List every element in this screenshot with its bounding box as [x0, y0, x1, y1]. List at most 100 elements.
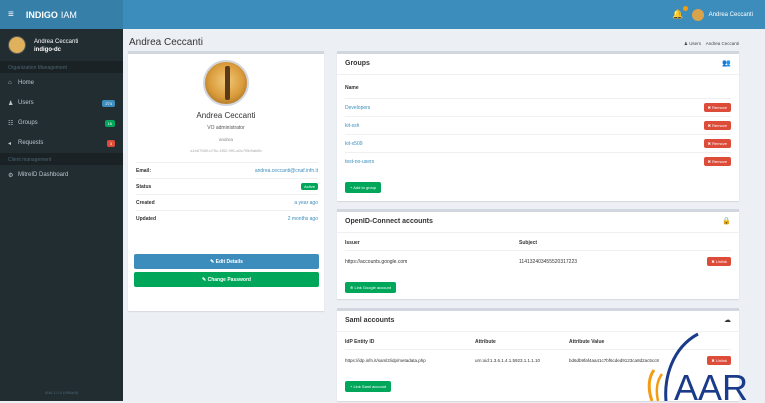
sidebar: Andrea Ceccanti indigo-dc Organization M…	[0, 29, 123, 401]
row-key: Updated	[136, 215, 156, 222]
sidebar-item-label: Requests	[18, 140, 44, 146]
profile-username: andrea	[218, 137, 233, 142]
remove-group-button[interactable]: ✖ Remove	[703, 103, 731, 112]
user-icon: ♟	[683, 41, 688, 46]
remove-group-button[interactable]: ✖ Remove	[703, 157, 731, 166]
row-key: Email:	[136, 167, 152, 174]
edit-details-button[interactable]: ✎ Edit Details	[134, 254, 319, 269]
row-key: Created	[136, 199, 155, 206]
brand-bold: INDIGO	[25, 9, 58, 20]
group-row: test-no-users ✖ Remove	[345, 152, 731, 170]
status-badge: Active	[301, 183, 318, 190]
groups-title: Groups	[345, 60, 370, 67]
page-title: Andrea Ceccanti	[129, 37, 203, 48]
notifications-icon[interactable]: 🔔	[672, 6, 688, 20]
saml-col-entity: IdP Entity ID	[345, 339, 375, 345]
saml-title: Saml accounts	[345, 317, 395, 324]
group-link[interactable]: kit-ssh	[345, 123, 359, 129]
group-row: kit-ssh ✖ Remove	[345, 116, 731, 134]
profile-row-email: Email: andrea.ceccanti@cnaf.infn.it	[136, 162, 318, 178]
sidebar-header-client: Client management	[0, 153, 123, 165]
sidebar-item-requests[interactable]: ◂ Requests 3	[0, 133, 123, 153]
saml-entity-id: https://idp.infn.it/saml2/idp/metadata.p…	[345, 358, 426, 363]
groups-col-name: Name	[345, 85, 359, 91]
sidebar-item-home[interactable]: ⌂ Home	[0, 73, 123, 93]
top-navbar: ≡ INDIGO IAM 🔔 Andrea Ceccanti	[0, 0, 765, 29]
groups-icon: ☷	[8, 120, 14, 127]
group-row: Developers ✖ Remove	[345, 98, 731, 116]
requests-icon: ◂	[8, 140, 12, 147]
saml-col-value: Attribute Value	[569, 339, 605, 345]
change-password-button[interactable]: ✎ Change Password	[134, 272, 319, 287]
oidc-col-subject: Subject	[519, 240, 538, 246]
users-group-icon: 👥	[722, 60, 731, 67]
group-row: kit-x509 ✖ Remove	[345, 134, 731, 152]
brand-light: IAM	[60, 9, 77, 20]
cloud-icon: ☁	[724, 317, 731, 324]
divider	[337, 74, 739, 75]
user-icon: ♟	[8, 100, 14, 107]
sidebar-item-users[interactable]: ♟ Users 274	[0, 93, 123, 113]
notification-dot	[682, 6, 688, 11]
avatar	[691, 8, 704, 21]
brand[interactable]: ≡ INDIGO IAM	[0, 0, 123, 29]
unlink-oidc-button[interactable]: ✖ Unlink	[707, 257, 731, 266]
breadcrumb: ♟ Users Andrea Ceccanti	[684, 41, 739, 47]
aarc-logo-text: AAR	[674, 367, 748, 401]
bell-icon: 🔔	[672, 9, 684, 19]
sidebar-item-label: MitreID Dashboard	[18, 172, 69, 178]
add-to-group-button[interactable]: + Add to group	[345, 182, 382, 193]
requests-count-badge: 3	[106, 139, 115, 147]
oidc-issuer: https://accounts.google.com	[345, 259, 408, 265]
home-icon: ⌂	[8, 80, 12, 86]
divider	[345, 250, 731, 251]
breadcrumb-current: Andrea Ceccanti	[705, 41, 739, 46]
email-link[interactable]: andrea.ceccanti@cnaf.infn.it	[255, 168, 318, 174]
oidc-accounts-box: OpenID-Connect accounts 🔒 Issuer Subject…	[337, 209, 739, 299]
groups-count-badge: 16	[104, 119, 115, 127]
aarc-logo-graphic: AAR	[647, 332, 748, 403]
sidebar-header-organization: Organization Management	[0, 61, 123, 73]
sidebar-user-panel: Andrea Ceccanti indigo-dc	[0, 29, 123, 61]
groups-box: Groups 👥 Name Developers ✖ Remove kit-ss…	[337, 51, 739, 201]
saml-col-attribute: Attribute	[475, 339, 496, 345]
profile-name: Andrea Ceccanti	[196, 111, 256, 120]
oidc-title: OpenID-Connect accounts	[345, 218, 433, 225]
row-key: Status	[136, 183, 152, 190]
profile-box: Andrea Ceccanti VO administrator andrea …	[128, 51, 324, 311]
remove-group-button[interactable]: ✖ Remove	[703, 121, 731, 130]
user-menu-name: Andrea Ceccanti	[708, 11, 753, 18]
sidebar-avatar	[8, 36, 26, 54]
guitar-neck	[225, 66, 230, 100]
profile-role: VO administrator	[207, 125, 245, 131]
sidebar-item-label: Groups	[18, 120, 38, 126]
oidc-col-issuer: Issuer	[345, 240, 360, 246]
sidebar-footer-version: IAM 1.0.0 (f9f0a9f)	[44, 390, 79, 395]
user-menu[interactable]: Andrea Ceccanti	[691, 8, 753, 21]
profile-row-created: Created a year ago	[136, 194, 318, 210]
sidebar-item-mitreid-dashboard[interactable]: ⚙ MitreID Dashboard	[0, 165, 123, 185]
sidebar-item-label: Home	[18, 80, 35, 86]
row-value: a year ago	[294, 199, 318, 206]
sidebar-item-label: Users	[18, 100, 34, 106]
profile-uuid: a1b67589-b75c-4f52-9ff1-a0c7f5b9ab8b	[190, 148, 262, 153]
profile-row-status: Status Active	[136, 178, 318, 194]
users-count-badge: 274	[102, 99, 115, 107]
menu-toggle-icon[interactable]: ≡	[8, 9, 14, 20]
oidc-subject: 114132403455520317223	[519, 259, 578, 265]
aarc-logo: AAR	[636, 330, 765, 403]
breadcrumb-users[interactable]: Users	[689, 41, 701, 46]
remove-group-button[interactable]: ✖ Remove	[703, 139, 731, 148]
group-link[interactable]: kit-x509	[345, 141, 363, 147]
gear-icon: ⚙	[8, 172, 14, 179]
sidebar-item-groups[interactable]: ☷ Groups 16	[0, 113, 123, 133]
link-google-account-button[interactable]: ⊕ Link Google account	[345, 282, 396, 293]
link-saml-account-button[interactable]: + Link Saml account	[345, 381, 392, 392]
saml-attribute: urn:oid:1.3.6.1.4.1.5923.1.1.1.10	[475, 358, 541, 363]
group-link[interactable]: test-no-users	[345, 159, 374, 165]
divider	[337, 232, 739, 233]
group-link[interactable]: Developers	[345, 105, 370, 111]
lock-icon: 🔒	[722, 218, 731, 225]
sidebar-user-org: indigo-dc	[34, 46, 61, 53]
sidebar-user-name: Andrea Ceccanti	[34, 38, 79, 45]
